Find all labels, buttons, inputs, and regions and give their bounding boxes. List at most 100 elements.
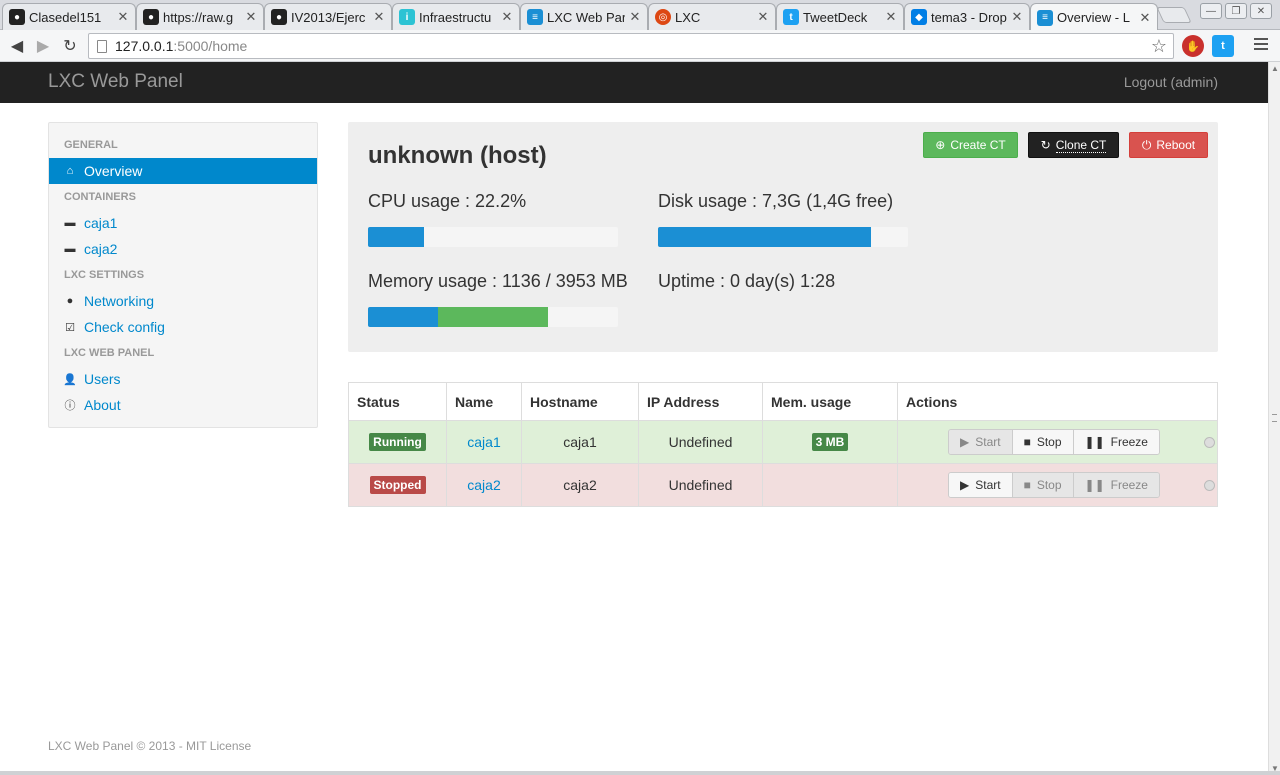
sidebar-item-overview[interactable]: ⌂ Overview	[49, 158, 317, 184]
close-icon[interactable]: ✕	[501, 9, 513, 25]
page-icon	[97, 40, 107, 53]
new-tab-button[interactable]	[1156, 7, 1192, 23]
button-label: Stop	[1036, 435, 1062, 449]
tab-title: LXC	[675, 9, 701, 25]
tab-title: https://raw.g	[163, 9, 234, 25]
sidebar-item-networking[interactable]: ● Networking	[49, 288, 317, 314]
browser-menu-icon[interactable]	[1254, 38, 1268, 53]
window-controls: — ❐ ✕	[1200, 3, 1272, 19]
twitter-icon: t	[783, 9, 799, 25]
ip-cell: Undefined	[638, 420, 763, 464]
sidebar-item-label: About	[84, 397, 121, 413]
browser-tab-6[interactable]: ◎ LXC ✕	[648, 3, 776, 30]
browser-tab-7[interactable]: t TweetDeck ✕	[776, 3, 904, 30]
browser-tab-3[interactable]: ● IV2013/Ejerc ✕	[264, 3, 392, 30]
column-header: Status	[348, 382, 447, 421]
nav-header-lxc-web-panel: LXC WEB PANEL	[64, 347, 155, 359]
nav-header-lxc-settings: LXC SETTINGS	[64, 269, 145, 281]
maximize-icon[interactable]: ❐	[1225, 3, 1247, 19]
table-row: Stopped caja2 caja2 Undefined ▶ Start ■ St…	[348, 463, 1218, 507]
stop-icon: ■	[1023, 435, 1031, 449]
container-link-caja2[interactable]: caja2	[467, 477, 500, 493]
close-icon[interactable]: ✕	[1011, 9, 1023, 25]
pause-icon: ❚❚	[1084, 435, 1105, 449]
github-icon: ●	[9, 9, 25, 25]
close-icon[interactable]: ✕	[885, 9, 897, 25]
close-icon[interactable]: ✕	[757, 9, 769, 25]
close-icon[interactable]: ✕	[245, 9, 257, 25]
close-icon[interactable]: ✕	[629, 9, 641, 25]
create-ct-button[interactable]: ⊕ Create CT	[923, 132, 1018, 158]
freeze-button[interactable]: ❚❚ Freeze	[1073, 473, 1159, 497]
status-badge: Running	[369, 433, 426, 451]
forward-arrow-icon[interactable]: ▶	[32, 35, 54, 57]
sidebar-item-label: Networking	[84, 293, 155, 309]
close-icon[interactable]: ✕	[373, 9, 385, 25]
browser-tab-5[interactable]: ≡ LXC Web Par ✕	[520, 3, 648, 30]
button-label: Stop	[1036, 478, 1062, 492]
page-scrollbar[interactable]: ▲ ▼	[1268, 62, 1280, 775]
brand-link[interactable]: LXC Web Panel	[48, 71, 183, 93]
play-icon: ▶	[960, 478, 970, 492]
scroll-up-icon[interactable]: ▲	[1270, 64, 1280, 73]
container-actions: ▶ Start ■ Stop ❚❚ Freeze	[948, 472, 1160, 498]
reboot-button[interactable]: ⏻ Reboot	[1129, 132, 1208, 158]
stop-button[interactable]: ■ Stop	[1012, 473, 1074, 497]
stop-icon: ■	[1023, 478, 1031, 492]
back-arrow-icon[interactable]: ◀	[6, 35, 28, 57]
close-window-icon[interactable]: ✕	[1250, 3, 1272, 19]
browser-tab-4[interactable]: i Infraestructu ✕	[392, 3, 520, 30]
sidebar-item-caja1[interactable]: ▬ caja1	[49, 210, 317, 236]
button-label: Reboot	[1156, 138, 1196, 152]
ubuntu-icon: ◎	[655, 9, 671, 25]
button-label: Clone CT	[1055, 137, 1107, 153]
column-header: Mem. usage	[762, 382, 898, 421]
browser-tab-active[interactable]: ≡ Overview - L ✕	[1030, 3, 1158, 31]
nav-header-general: GENERAL	[64, 139, 118, 151]
twitter-extension-icon[interactable]: t	[1212, 35, 1234, 57]
dropbox-icon: ◆	[911, 9, 927, 25]
freeze-button[interactable]: ❚❚ Freeze	[1073, 430, 1159, 454]
table-row: Running caja1 caja1 Undefined 3 MB ▶ Star…	[348, 420, 1218, 464]
row-toggle-icon[interactable]	[1203, 436, 1215, 448]
adblock-extension-icon[interactable]: ✋	[1182, 35, 1204, 57]
sidebar-item-about[interactable]: ⓘ About	[49, 392, 317, 418]
uptime-label: Uptime : 0 day(s) 1:28	[658, 271, 836, 291]
table-header-row: Status Name Hostname IP Address Mem. usa…	[348, 382, 1218, 421]
container-actions: ▶ Start ■ Stop ❚❚ Freeze	[948, 429, 1160, 455]
start-button[interactable]: ▶ Start	[949, 473, 1013, 497]
browser-tab-1[interactable]: ● Clasedel151 ✕	[2, 3, 136, 30]
column-header: Hostname	[521, 382, 639, 421]
hostname-cell: caja2	[521, 463, 639, 507]
mem-badge: 3 MB	[811, 433, 849, 451]
tab-title: Infraestructu	[419, 9, 492, 25]
sidebar-item-caja2[interactable]: ▬ caja2	[49, 236, 317, 262]
globe-icon: ●	[66, 295, 74, 307]
close-icon[interactable]: ✕	[1139, 10, 1151, 26]
address-bar[interactable]: 127.0.0.1:5000/home ☆	[88, 33, 1174, 59]
close-icon[interactable]: ✕	[117, 9, 129, 25]
container-link-caja1[interactable]: caja1	[467, 434, 500, 450]
name-cell: caja1	[446, 420, 522, 464]
sidebar-item-check-config[interactable]: ☑ Check config	[49, 314, 317, 340]
memory-cached-fill	[438, 307, 548, 327]
ip-cell: Undefined	[638, 463, 763, 507]
logout-link[interactable]: Logout (admin)	[1124, 74, 1218, 90]
sidebar-item-users[interactable]: 👤 Users	[49, 366, 317, 392]
disk-usage-fill	[658, 227, 871, 247]
minimize-icon[interactable]: —	[1200, 3, 1222, 19]
stop-button[interactable]: ■ Stop	[1012, 430, 1074, 454]
browser-tab-8[interactable]: ◆ tema3 - Drop ✕	[904, 3, 1030, 30]
cpu-usage-fill	[368, 227, 424, 247]
memory-usage-label: Memory usage : 1136 / 3953 MB	[368, 271, 628, 291]
row-toggle-icon[interactable]	[1203, 479, 1215, 491]
plus-circle-icon: ⊕	[935, 138, 946, 152]
clone-ct-button[interactable]: ↻ Clone CT	[1028, 132, 1119, 158]
scroll-grip[interactable]	[1272, 414, 1277, 422]
power-icon: ⏻	[1141, 137, 1152, 152]
app-navbar: LXC Web Panel Logout (admin)	[0, 62, 1268, 103]
browser-tab-2[interactable]: ● https://raw.g ✕	[136, 3, 264, 30]
reload-icon[interactable]: ↻	[59, 35, 81, 57]
bookmark-star-icon[interactable]: ☆	[1151, 36, 1167, 57]
start-button[interactable]: ▶ Start	[949, 430, 1013, 454]
